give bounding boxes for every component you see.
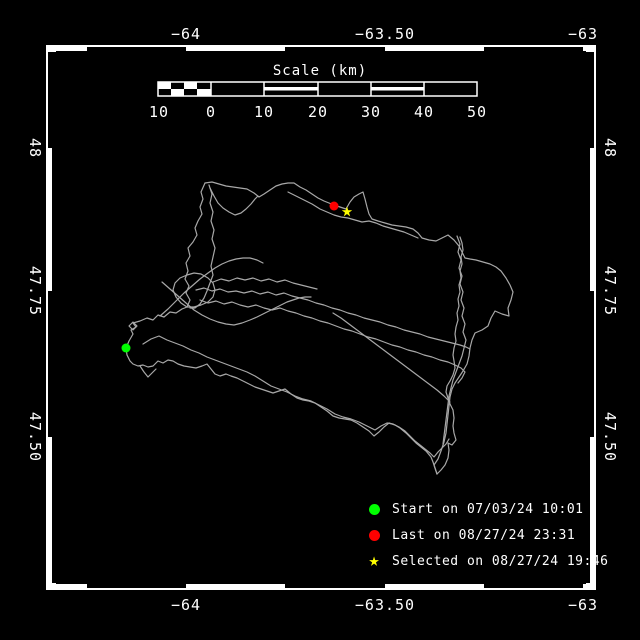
- legend: Start on 07/03/24 10:01 Last on 08/27/24…: [368, 496, 609, 574]
- y-tick-left-2: 47.50: [26, 411, 44, 463]
- scale-tick-label: 40: [413, 103, 435, 121]
- scale-tick-label: 0: [205, 103, 217, 121]
- legend-row-start: Start on 07/03/24 10:01: [368, 496, 609, 522]
- x-tick-bottom-1: −63.50: [354, 596, 416, 614]
- start-marker[interactable]: [121, 343, 131, 353]
- selected-star-icon: ★: [368, 550, 380, 571]
- scale-tick-label: 20: [307, 103, 329, 121]
- x-tick-top-0: −64: [170, 25, 202, 43]
- legend-last-label: Last on 08/27/24 23:31: [392, 527, 576, 543]
- x-tick-top-2: −63: [567, 25, 599, 43]
- x-tick-bottom-2: −63: [567, 596, 599, 614]
- legend-row-selected: ★ Selected on 08/27/24 19:46: [368, 548, 609, 574]
- y-tick-right-0: 48: [601, 137, 619, 159]
- last-dot-icon: [368, 529, 380, 541]
- last-marker[interactable]: [329, 201, 339, 211]
- map-plot: −64 −63.50 −63 −64 −63.50 −63 48 47.75 4…: [0, 0, 640, 640]
- scale-tick-label: 50: [466, 103, 488, 121]
- y-tick-right-2: 47.50: [601, 411, 619, 463]
- y-tick-right-1: 47.75: [601, 265, 619, 317]
- legend-row-last: Last on 08/27/24 23:31: [368, 522, 609, 548]
- scale-tick-label: 10: [253, 103, 275, 121]
- scale-bar-title: Scale (km): [272, 63, 368, 79]
- scale-tick-label: 30: [360, 103, 382, 121]
- legend-start-label: Start on 07/03/24 10:01: [392, 501, 584, 517]
- start-dot-icon: [368, 503, 380, 515]
- legend-selected-label: Selected on 08/27/24 19:46: [392, 553, 609, 569]
- scale-tick-label: 10: [148, 103, 170, 121]
- x-tick-top-1: −63.50: [354, 25, 416, 43]
- x-tick-bottom-0: −64: [170, 596, 202, 614]
- y-tick-left-1: 47.75: [26, 265, 44, 317]
- y-tick-left-0: 48: [26, 137, 44, 159]
- selected-marker[interactable]: ★: [341, 201, 352, 221]
